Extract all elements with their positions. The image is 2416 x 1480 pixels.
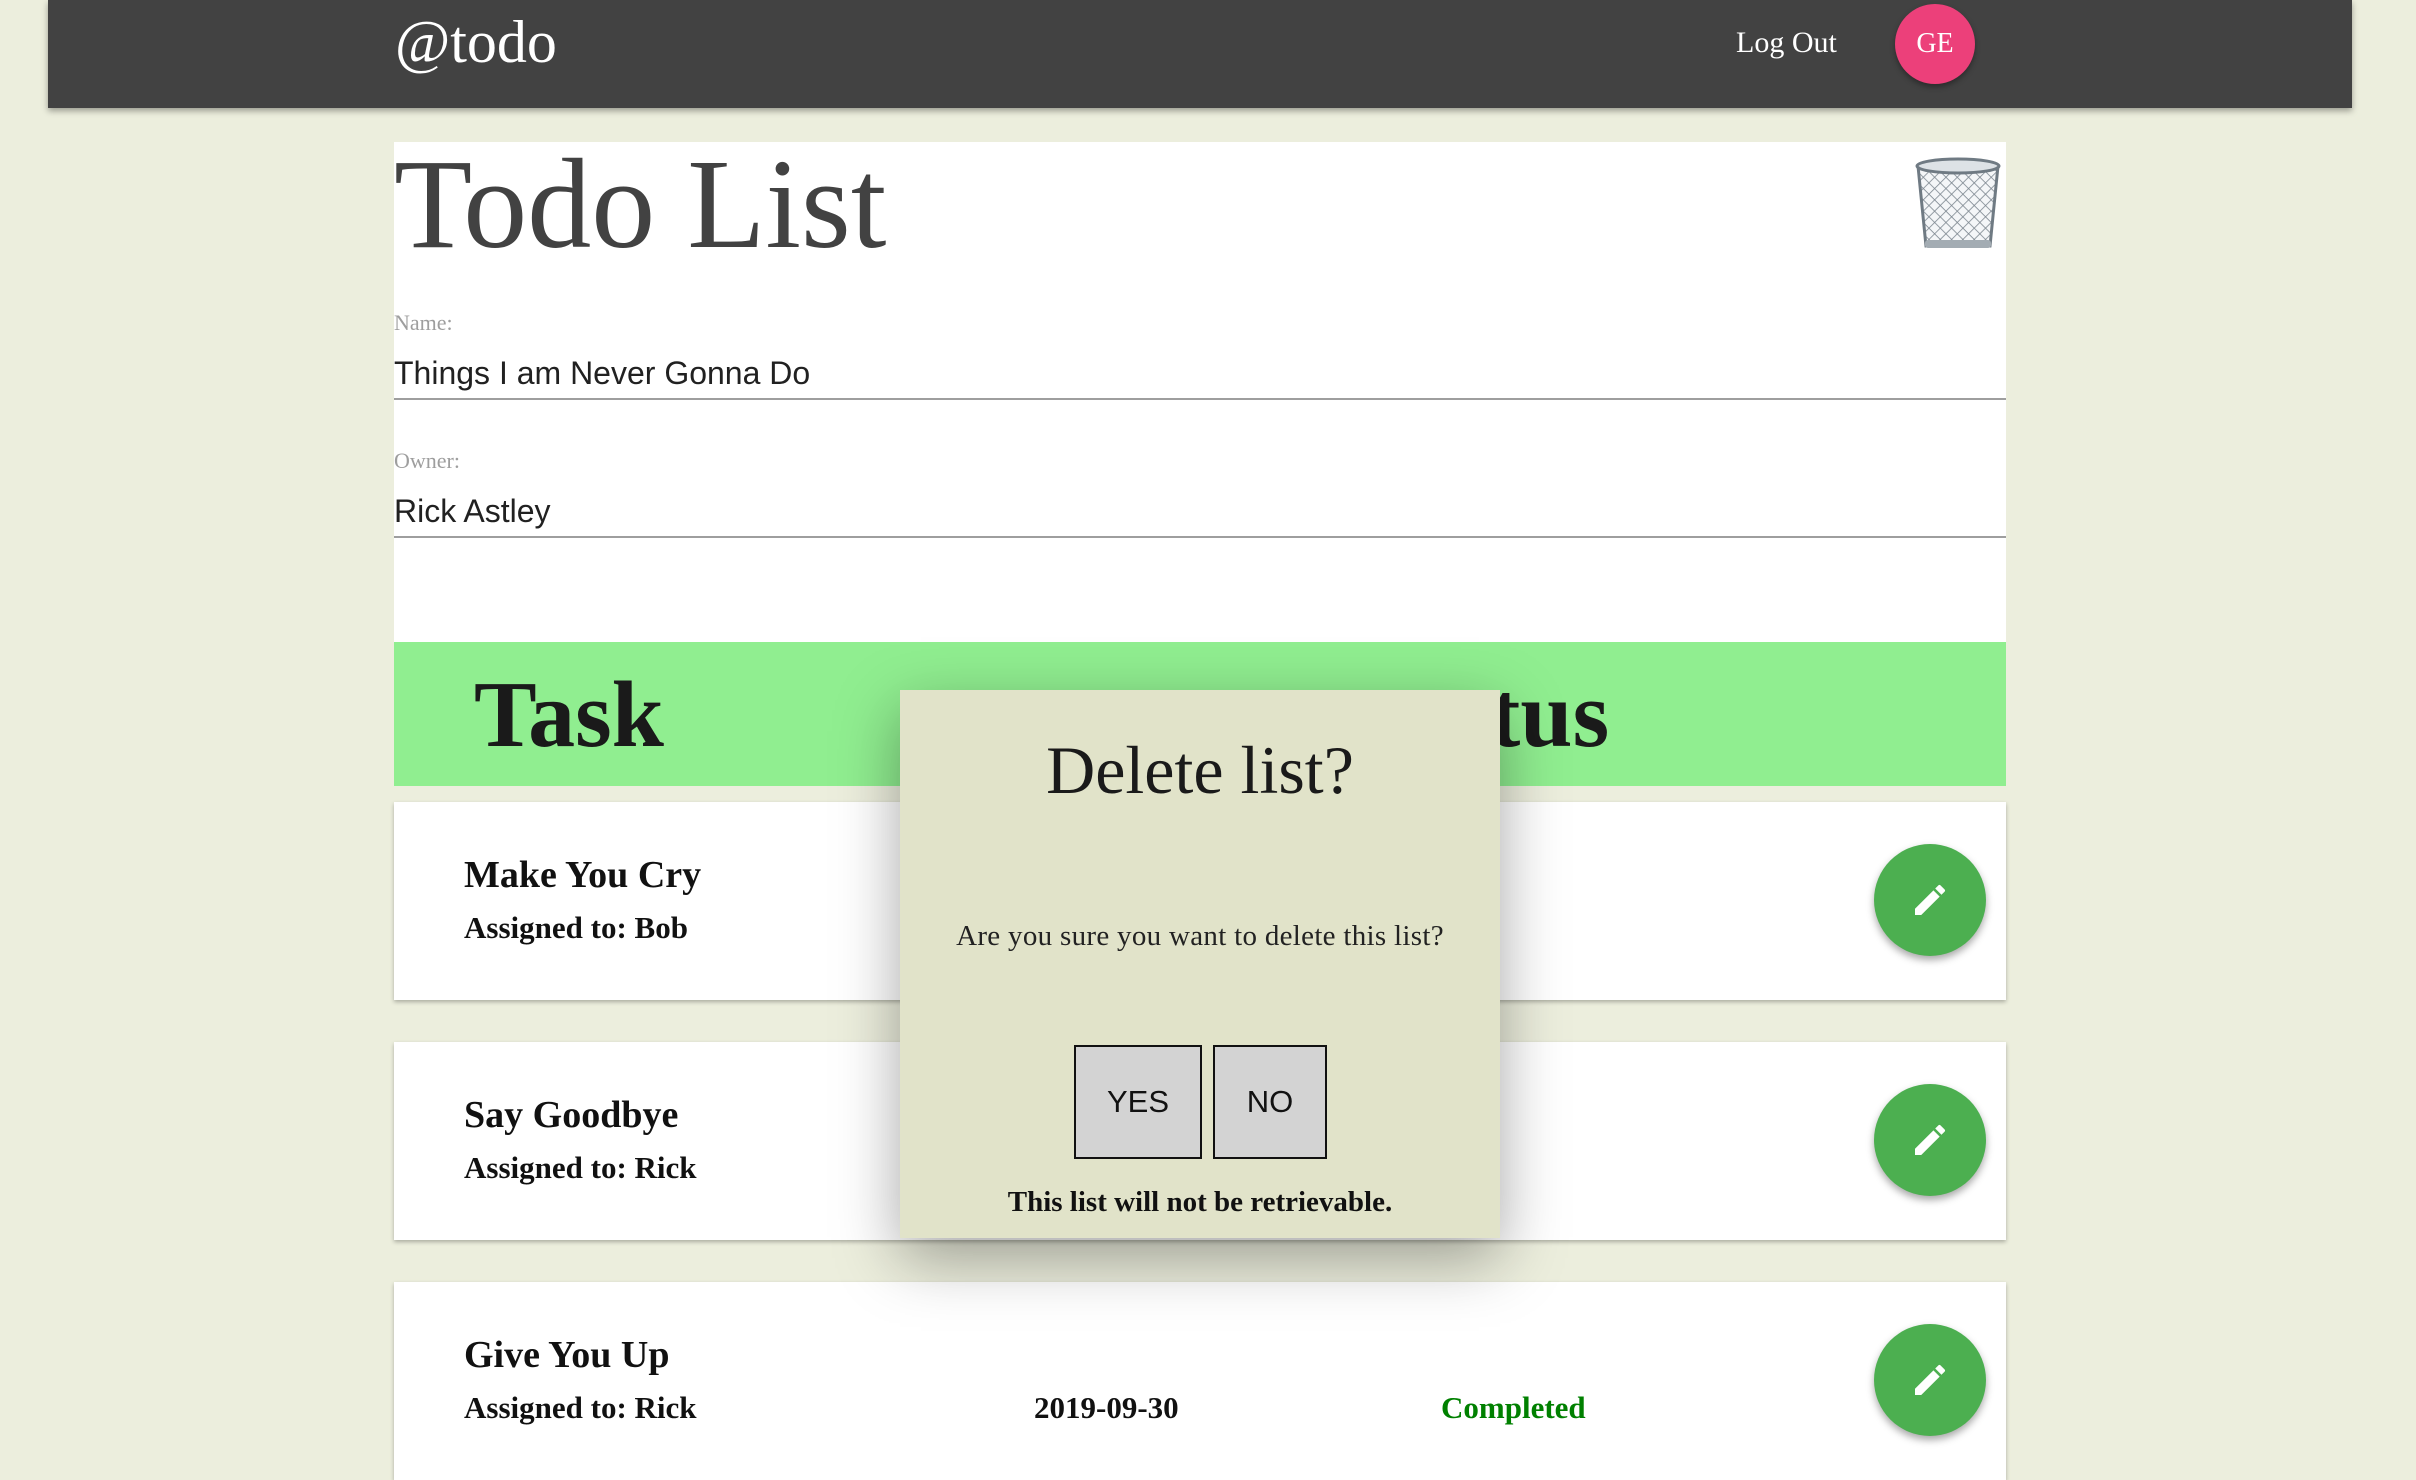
modal-warning: This list will not be retrievable. xyxy=(1007,1186,1393,1218)
list-details: Todo List Name: Owner: xyxy=(394,133,2006,642)
modal-title: Delete list? xyxy=(1046,732,1354,808)
task-name: Give You Up xyxy=(464,1334,670,1376)
table-row[interactable]: Give You Up Assigned to: Rick 2019-09-30 Co… xyxy=(394,1282,2006,1480)
edit-button[interactable] xyxy=(1874,1084,1986,1196)
yes-button[interactable]: YES xyxy=(1074,1045,1202,1159)
pencil-icon xyxy=(1915,1124,1946,1155)
edit-button[interactable] xyxy=(1874,844,1986,956)
assigned-to: Assigned to: Rick xyxy=(464,1150,697,1185)
owner-field[interactable] xyxy=(394,486,2006,538)
navbar: @todo Log Out GE xyxy=(48,0,2352,108)
due-date: 2019-09-30 xyxy=(1034,1390,1179,1425)
no-button[interactable]: NO xyxy=(1213,1045,1327,1159)
pencil-icon xyxy=(1915,884,1946,915)
name-label: Name: xyxy=(394,310,453,335)
avatar[interactable]: GE xyxy=(1895,4,1975,84)
owner-label: Owner: xyxy=(394,448,460,473)
page-title: Todo List xyxy=(394,133,887,275)
assigned-to: Assigned to: Bob xyxy=(464,910,688,945)
pencil-icon xyxy=(1915,1364,1946,1395)
logout-link[interactable]: Log Out xyxy=(1736,22,1837,64)
task-name: Say Goodbye xyxy=(464,1094,679,1136)
brand-logo[interactable]: @todo xyxy=(395,4,557,80)
modal-message: Are you sure you want to delete this lis… xyxy=(956,920,1444,952)
delete-list-modal: Delete list? Are you sure you want to de… xyxy=(900,690,1500,1238)
name-field[interactable] xyxy=(394,348,2006,400)
assigned-to: Assigned to: Rick xyxy=(464,1390,697,1425)
status-text: Completed xyxy=(1441,1390,1586,1425)
edit-button[interactable] xyxy=(1874,1324,1986,1436)
trash-icon[interactable] xyxy=(1912,154,2004,250)
task-column-header[interactable]: Task xyxy=(474,650,664,780)
task-name: Make You Cry xyxy=(464,854,702,896)
